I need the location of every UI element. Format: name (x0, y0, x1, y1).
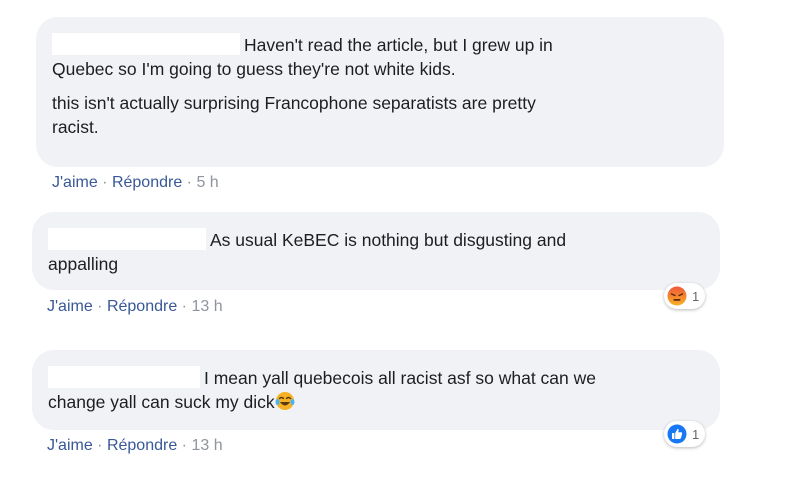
comment-text-continued: this isn't actually surprising Francopho… (52, 93, 536, 137)
reaction-badge[interactable]: 1 (664, 421, 706, 447)
timestamp[interactable]: 13 h (191, 437, 222, 454)
laughing-crying-face-icon (275, 392, 295, 410)
redacted-author-name (48, 366, 200, 388)
comment-text: Haven't read the article, but I grew up … (52, 33, 553, 79)
reply-link[interactable]: Répondre (107, 437, 177, 454)
redacted-author-name (48, 228, 206, 250)
like-thumb-icon (667, 424, 687, 444)
timestamp[interactable]: 5 h (196, 174, 218, 191)
reaction-count: 1 (692, 288, 700, 304)
comment-text: I mean yall quebecois all racist asf so … (48, 366, 596, 412)
like-link[interactable]: J'aime (52, 174, 98, 191)
reaction-badge[interactable]: 1 (664, 283, 706, 309)
redacted-author-name (52, 33, 240, 55)
comment-actions: J'aime · Répondre · 13 h (47, 298, 223, 315)
like-link[interactable]: J'aime (47, 298, 93, 315)
comment-bubble: Haven't read the article, but I grew up … (36, 17, 724, 167)
reaction-count: 1 (692, 426, 700, 442)
reply-link[interactable]: Répondre (107, 298, 177, 315)
comment-actions: J'aime · Répondre · 5 h (52, 174, 219, 191)
comment-text: As usual KeBEC is nothing but disgusting… (48, 228, 567, 274)
comment-bubble: I mean yall quebecois all racist asf so … (32, 350, 720, 430)
angry-face-icon (667, 286, 687, 306)
comment-actions: J'aime · Répondre · 13 h (47, 437, 223, 454)
timestamp[interactable]: 13 h (191, 298, 222, 315)
reply-link[interactable]: Répondre (112, 174, 182, 191)
comment-bubble: As usual KeBEC is nothing but disgusting… (32, 212, 720, 290)
like-link[interactable]: J'aime (47, 437, 93, 454)
